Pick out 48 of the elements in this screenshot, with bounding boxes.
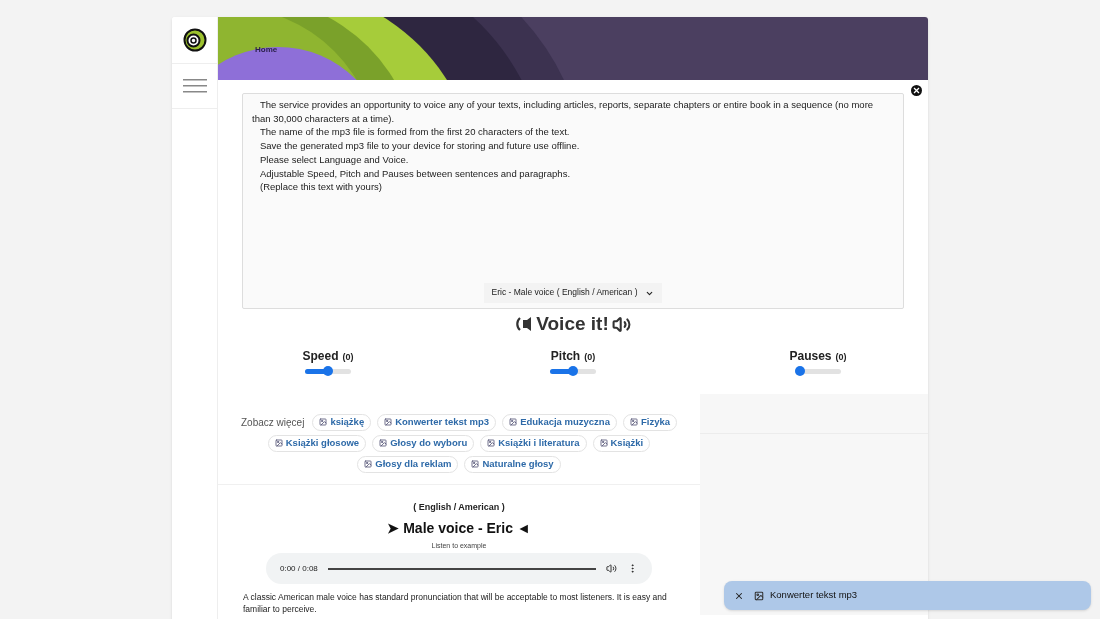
- text-paragraph: Please select Language and Voice.: [259, 152, 410, 167]
- slider-label: Pitch: [550, 347, 581, 365]
- image-icon: [509, 418, 518, 426]
- image-icon: [754, 590, 764, 601]
- text-paragraph: The name of the mp3 file is formed from the first 20 characters of the text.: [259, 125, 571, 140]
- slider-reading: (0): [584, 350, 596, 364]
- image-icon: [471, 460, 480, 468]
- image-icon: [629, 418, 638, 426]
- image-icon: [599, 439, 608, 447]
- text-paragraph: Adjustable Speed, Pitch and Pauses between sentences and paragraphs.: [259, 166, 572, 181]
- voice-it-button[interactable]: Voice it!: [515, 310, 631, 339]
- slider-thumb[interactable]: [795, 366, 805, 376]
- image-icon: [384, 418, 393, 426]
- slider-label: Speed: [302, 347, 339, 365]
- text-area[interactable]: [242, 93, 904, 309]
- language-label: ( English / American ): [413, 500, 505, 514]
- progress-track[interactable]: [327, 567, 596, 570]
- home-link[interactable]: Home: [255, 44, 278, 56]
- text-paragraph: Save the generated mp3 file to your device for storing and future use offline.: [259, 139, 581, 153]
- slider-track[interactable]: [550, 368, 596, 374]
- image-icon: [487, 439, 496, 447]
- text-paragraph: (Replace this text with yours): [259, 180, 383, 194]
- player-time: 0:00 / 0:08: [280, 562, 318, 575]
- see-more-label: Zobacz więcej: [241, 415, 305, 430]
- image-icon: [364, 460, 373, 468]
- slider-reading: (0): [342, 350, 354, 364]
- text-paragraph: The service provides an opportunity to voice any of your texts, including articles, reports, separate chapters or entire book in a sequence (no more than 30,000 characters at a time).: [252, 98, 875, 126]
- slider-label: Pauses: [789, 347, 832, 365]
- voice-description: A classic American male voice has standard pronunciation that will be acceptable to most listeners. It is easy and familiar to perceive.: [242, 591, 668, 615]
- toast-text: Konwerter tekst mp3: [770, 588, 858, 603]
- slider-track[interactable]: [795, 368, 841, 374]
- image-icon: [379, 439, 388, 447]
- voice-select[interactable]: Eric - Male voice ( English / American ): [483, 283, 663, 303]
- voice-title: ➤ Male voice - Eric ◄: [387, 519, 531, 538]
- logo-icon[interactable]: [182, 28, 207, 52]
- image-icon: [274, 439, 283, 447]
- close-icon[interactable]: [911, 85, 922, 96]
- slider-thumb[interactable]: [567, 366, 578, 376]
- volume-icon[interactable]: [606, 563, 617, 574]
- close-icon[interactable]: [734, 590, 744, 601]
- slider-thumb[interactable]: [322, 366, 333, 376]
- menu-icon[interactable]: [182, 79, 207, 93]
- speaker-icon: [611, 314, 631, 334]
- slider-reading: (0): [835, 350, 847, 364]
- speaker-left-icon: [515, 315, 534, 334]
- slider-track[interactable]: [305, 368, 351, 374]
- audio-player[interactable]: 0:00 / 0:08: [266, 553, 652, 584]
- image-icon: [319, 418, 328, 426]
